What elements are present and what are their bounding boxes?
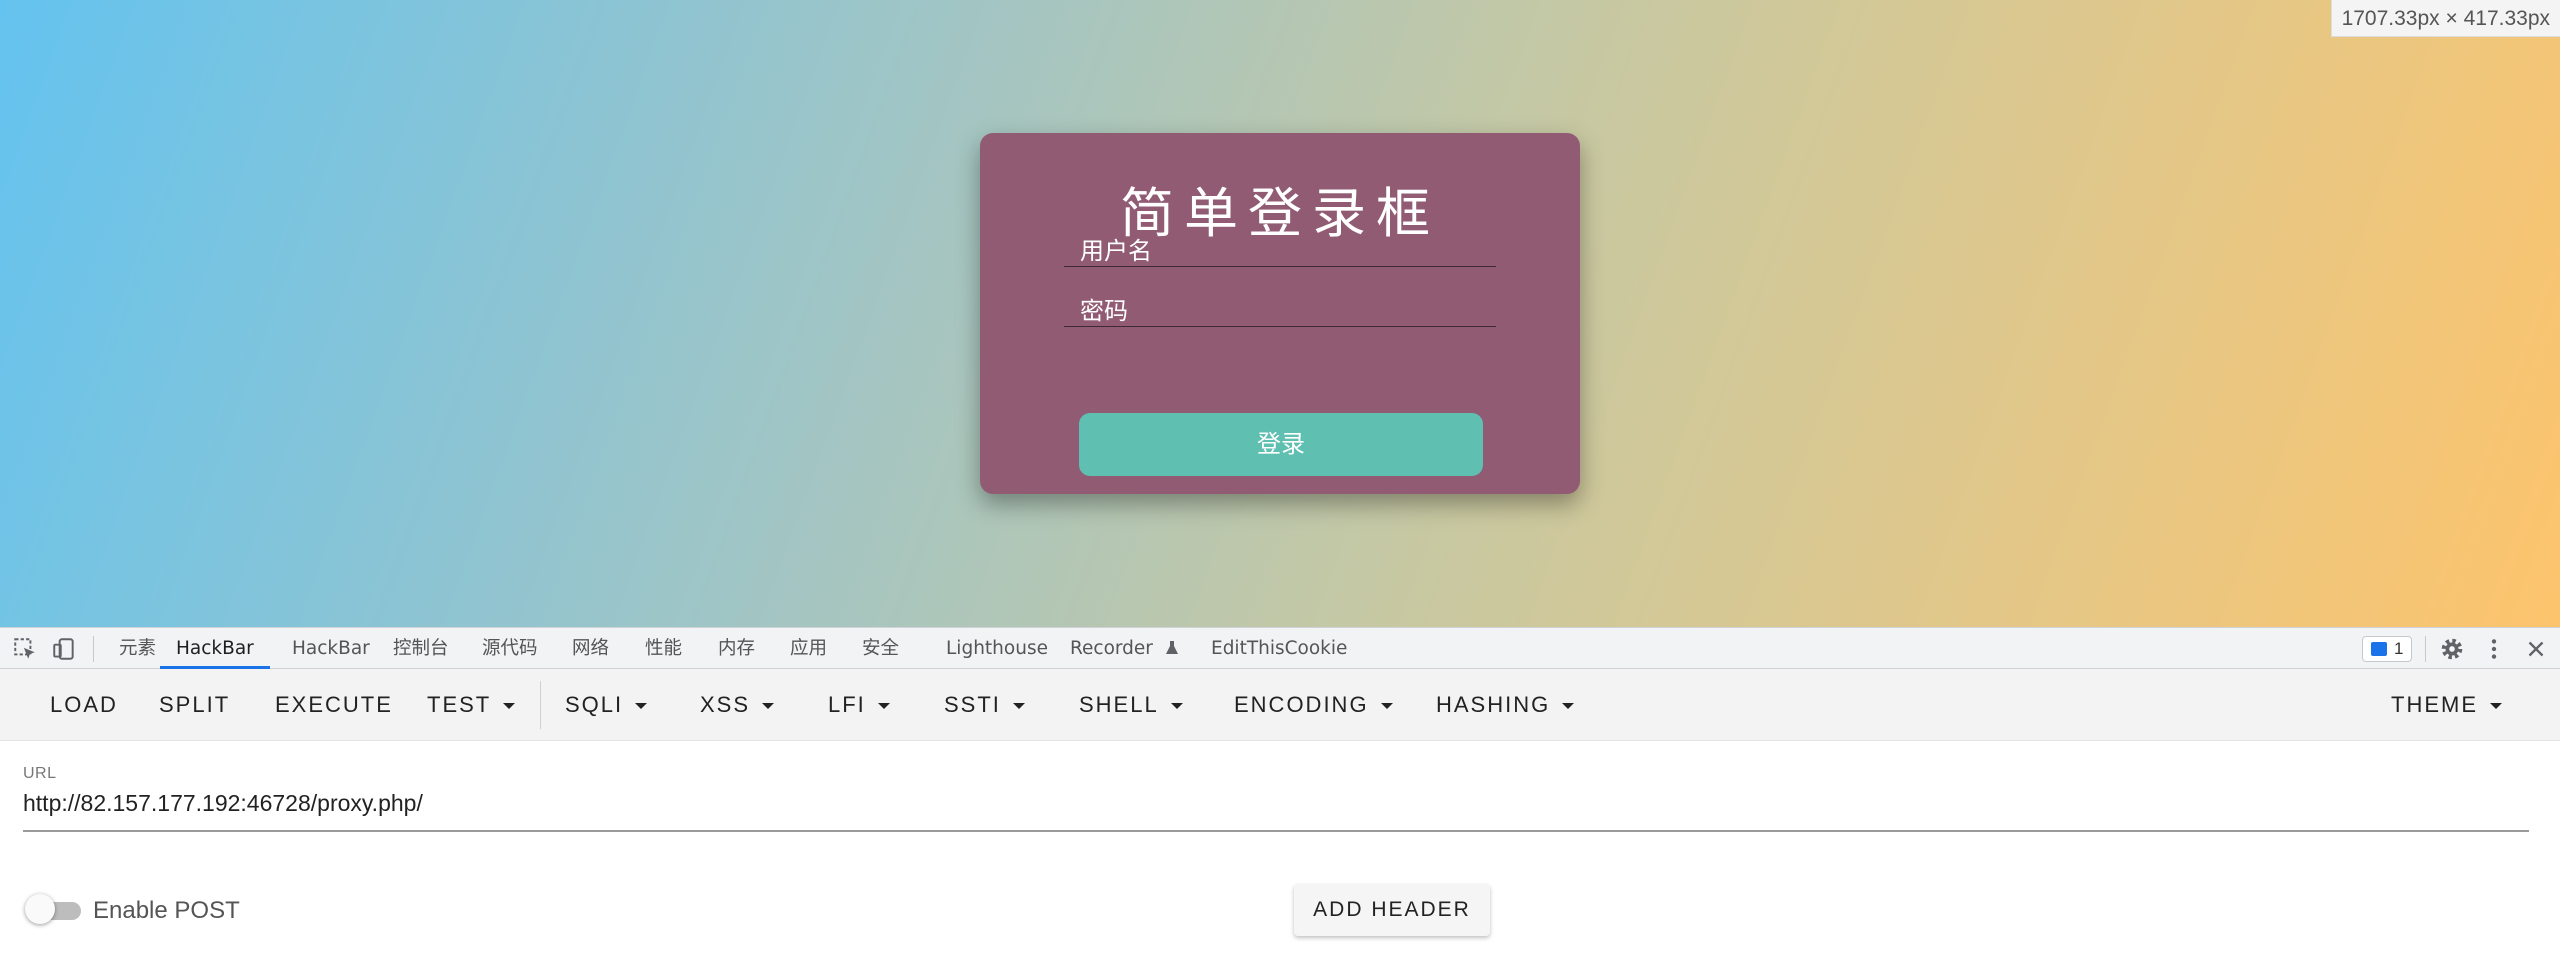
tab-performance[interactable]: 性能 xyxy=(645,628,682,669)
password-field[interactable]: 密码 xyxy=(1064,281,1496,327)
tab-sources[interactable]: 源代码 xyxy=(482,628,538,669)
username-placeholder: 用户名 xyxy=(1080,237,1152,265)
login-button[interactable]: 登录 xyxy=(1079,413,1483,476)
tab-console[interactable]: 控制台 xyxy=(393,628,449,669)
tab-elements[interactable]: 元素 xyxy=(119,628,156,669)
shell-menu-button[interactable]: SHELL xyxy=(1079,669,1183,741)
inspect-element-icon[interactable] xyxy=(12,636,38,662)
issues-count: 1 xyxy=(2394,639,2404,658)
tab-editthiscookie[interactable]: EditThisCookie xyxy=(1211,628,1347,669)
sqli-label: SQLI xyxy=(565,692,624,717)
device-toolbar-icon[interactable] xyxy=(51,636,77,662)
hackbar-toolbar: LOAD SPLIT EXECUTE TEST SQLI XSS LFI SST… xyxy=(0,669,2560,741)
ssti-menu-button[interactable]: SSTI xyxy=(944,669,1025,741)
execute-button[interactable]: EXECUTE xyxy=(275,669,393,741)
enable-post-toggle[interactable] xyxy=(25,894,81,924)
test-menu-button[interactable]: TEST xyxy=(427,669,516,741)
add-header-button[interactable]: ADD HEADER xyxy=(1294,884,1490,936)
ssti-label: SSTI xyxy=(944,692,1001,717)
chevron-down-icon xyxy=(2490,703,2502,710)
encoding-label: ENCODING xyxy=(1234,692,1369,717)
load-button[interactable]: LOAD xyxy=(50,669,118,741)
issues-badge[interactable]: 1 xyxy=(2362,636,2412,662)
tab-network[interactable]: 网络 xyxy=(572,628,609,669)
lfi-menu-button[interactable]: LFI xyxy=(828,669,890,741)
chevron-down-icon xyxy=(1170,703,1183,710)
sqli-menu-button[interactable]: SQLI xyxy=(565,669,648,741)
shell-label: SHELL xyxy=(1079,692,1159,717)
tab-lighthouse[interactable]: Lighthouse xyxy=(946,628,1048,669)
more-vertical-icon[interactable] xyxy=(2481,636,2507,662)
theme-label: THEME xyxy=(2391,692,2478,717)
tab-recorder-label: Recorder xyxy=(1070,638,1153,659)
login-card: 简单登录框 用户名 密码 登录 xyxy=(980,133,1580,494)
devtools-tab-bar: 元素 HackBar HackBar 控制台 源代码 网络 性能 内存 应用 安… xyxy=(0,627,2560,669)
page-viewport: 1707.33px × 417.33px 简单登录框 用户名 密码 登录 xyxy=(0,0,2560,627)
tab-memory[interactable]: 内存 xyxy=(718,628,755,669)
toolbar-separator xyxy=(2425,636,2426,662)
tab-application[interactable]: 应用 xyxy=(790,628,827,669)
gear-icon[interactable] xyxy=(2439,636,2465,662)
chevron-down-icon xyxy=(1562,703,1575,710)
url-underline xyxy=(23,830,2529,832)
split-button[interactable]: SPLIT xyxy=(159,669,230,741)
chevron-down-icon xyxy=(1380,703,1393,710)
chevron-down-icon xyxy=(503,703,516,710)
encoding-menu-button[interactable]: ENCODING xyxy=(1234,669,1393,741)
toggle-knob xyxy=(25,894,55,924)
flask-icon xyxy=(1165,641,1178,654)
chevron-down-icon xyxy=(1012,703,1025,710)
toolbar-divider xyxy=(540,681,541,729)
lfi-label: LFI xyxy=(828,692,866,717)
tab-hackbar-active[interactable]: HackBar xyxy=(160,628,270,669)
url-input[interactable]: http://82.157.177.192:46728/proxy.php/ xyxy=(23,790,423,817)
url-label: URL xyxy=(23,765,57,782)
hashing-label: HASHING xyxy=(1436,692,1551,717)
xss-label: XSS xyxy=(700,692,751,717)
tab-security[interactable]: 安全 xyxy=(862,628,899,669)
close-icon[interactable] xyxy=(2523,636,2549,662)
message-icon xyxy=(2371,642,2387,656)
dimension-badge: 1707.33px × 417.33px xyxy=(2330,0,2560,37)
password-placeholder: 密码 xyxy=(1080,297,1128,325)
xss-menu-button[interactable]: XSS xyxy=(700,669,775,741)
username-field[interactable]: 用户名 xyxy=(1064,221,1496,267)
test-label: TEST xyxy=(427,692,492,717)
tab-hackbar[interactable]: HackBar xyxy=(292,628,370,669)
toolbar-separator xyxy=(93,636,94,662)
chevron-down-icon xyxy=(877,703,890,710)
chevron-down-icon xyxy=(635,703,648,710)
theme-menu-button[interactable]: THEME xyxy=(2391,669,2502,741)
tab-recorder[interactable]: Recorder xyxy=(1070,628,1179,669)
enable-post-label: Enable POST xyxy=(93,897,240,924)
chevron-down-icon xyxy=(762,703,775,710)
hashing-menu-button[interactable]: HASHING xyxy=(1436,669,1575,741)
